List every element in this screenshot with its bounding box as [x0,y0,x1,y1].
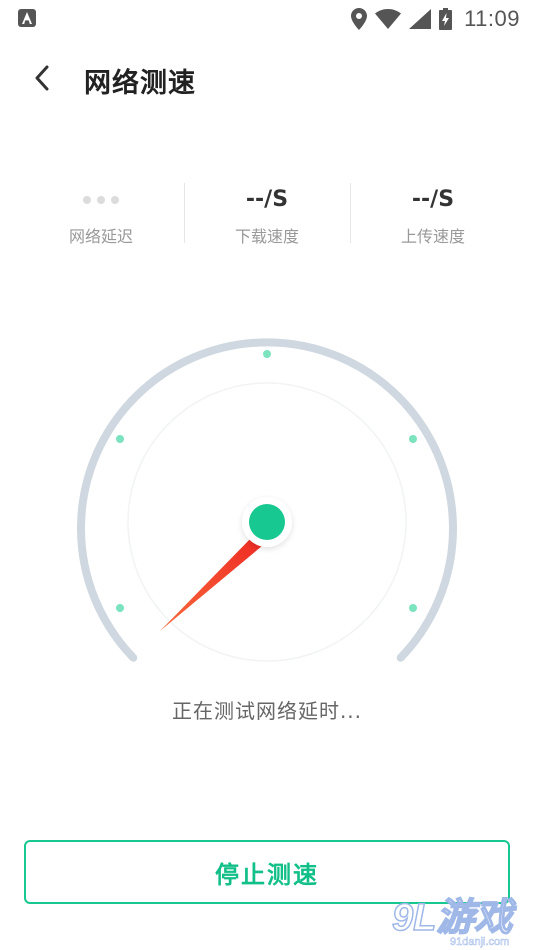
stats-row: 网络延迟 --/S 下载速度 --/S 上传速度 [18,183,516,246]
page-title: 网络测速 [84,68,196,99]
gauge-knob [249,504,285,540]
gauge-tick [409,435,417,443]
header: 网络测速 [0,44,534,114]
gauge-status-text: 正在测试网络延时... [171,699,363,723]
battery-icon [439,8,453,30]
loading-dots-icon [18,183,184,217]
stat-download: --/S 下载速度 [184,183,350,246]
status-icons: 11:09 [351,5,520,33]
stat-value: --/S [411,187,455,212]
watermark-url: 91danji.com [450,936,509,948]
clock: 11:09 [464,6,520,31]
watermark-logo: 9L游戏 91danji.com [391,896,518,948]
status-bar: 11:09 [0,0,534,38]
location-icon [351,8,368,30]
stat-label: 上传速度 [400,227,465,246]
gauge-tick [409,604,417,612]
notification-icon [18,9,36,27]
gauge-tick [116,604,124,612]
watermark-text: 9L游戏 [392,897,517,939]
gauge-tick [116,435,124,443]
gauge-needle [160,534,262,631]
stat-label: 下载速度 [234,227,299,246]
signal-icon [409,9,432,29]
stat-value: --/S [245,187,289,212]
back-arrow-icon [35,65,49,91]
gauge-tick [263,350,271,358]
wifi-icon [375,9,402,29]
speed-gauge [77,338,457,662]
stat-upload: --/S 上传速度 [350,183,516,246]
back-button[interactable] [22,58,62,98]
stat-label: 网络延迟 [68,227,133,246]
stat-latency: 网络延迟 [18,183,184,246]
